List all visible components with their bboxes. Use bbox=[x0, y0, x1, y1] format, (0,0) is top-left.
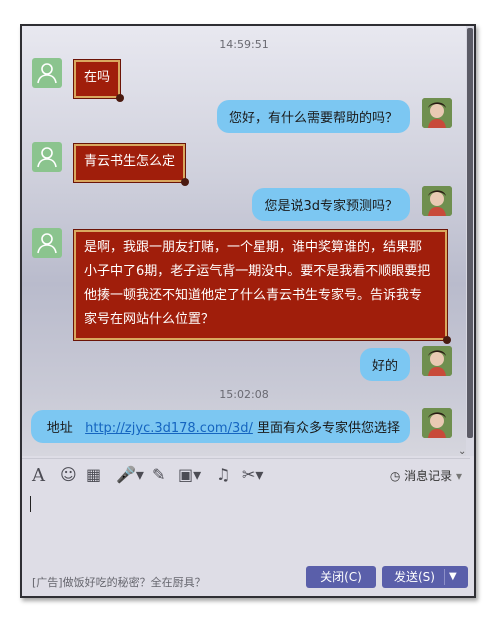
incoming-message: 青云书生怎么定 bbox=[74, 144, 190, 186]
contact-avatar[interactable] bbox=[32, 58, 62, 88]
close-button[interactable]: 关闭(C) bbox=[306, 566, 376, 588]
input-toolbar: A ☺ ▦ 🎤▾ ✎ ▣▾ ♫ ✂▾ ◷ 消息记录 ▾ bbox=[22, 458, 470, 489]
edit-icon[interactable]: ✎ bbox=[152, 465, 165, 484]
chat-scrollbar[interactable] bbox=[466, 26, 474, 456]
music-icon[interactable]: ♫ bbox=[216, 465, 230, 484]
collapse-chevron-icon[interactable]: ⌄ bbox=[458, 446, 466, 456]
my-avatar[interactable] bbox=[422, 346, 452, 376]
scissors-icon[interactable]: ✂▾ bbox=[242, 465, 263, 484]
image-icon[interactable]: ▣▾ bbox=[178, 465, 201, 484]
outgoing-message: 您是说3d专家预测吗？ bbox=[252, 188, 410, 221]
contact-avatar[interactable] bbox=[32, 142, 62, 172]
scrollbar-thumb[interactable] bbox=[467, 28, 473, 438]
voice-icon[interactable]: 🎤▾ bbox=[116, 465, 144, 484]
my-avatar[interactable] bbox=[422, 186, 452, 216]
message-line: 他揍一顿我还不知道他定了什么青云书生专家号。告诉我专 bbox=[84, 288, 423, 303]
user-silhouette-icon bbox=[37, 63, 57, 84]
screenshot-icon[interactable]: ▦ bbox=[86, 465, 101, 484]
message-text: 青云书生怎么定 bbox=[84, 154, 176, 169]
outgoing-message: 好的 bbox=[359, 348, 410, 381]
message-text: 在吗 bbox=[84, 70, 111, 85]
send-button[interactable]: 发送(S) ▼ bbox=[382, 566, 468, 588]
emoji-icon[interactable]: ☺ bbox=[60, 465, 77, 484]
outgoing-message: 地址 http://zjyc.3d178.com/3d/ 里面有众多专家供您选择 bbox=[30, 410, 410, 443]
timestamp: 14:59:51 bbox=[219, 38, 269, 51]
timestamp: 15:02:08 bbox=[219, 388, 269, 401]
send-label: 发送(S) bbox=[394, 570, 435, 584]
message-line: 家号在网站什么位置？ bbox=[84, 312, 215, 327]
message-area: 14:59:51 在吗 您好，有什么需要帮助的吗？ 青云书生怎么定 您是说3d专… bbox=[22, 26, 466, 456]
user-silhouette-icon bbox=[37, 233, 57, 254]
contact-avatar[interactable] bbox=[32, 228, 62, 258]
incoming-message: 是啊，我跟一朋友打赌，一个星期，谁中奖算谁的，结果那 小子中了6期，老子运气背一… bbox=[74, 230, 451, 344]
history-label: 消息记录 bbox=[404, 469, 453, 483]
clock-icon: ◷ bbox=[389, 469, 401, 483]
message-text: 里面有众多专家供您选择 bbox=[252, 421, 400, 436]
url-link[interactable]: http://zjyc.3d178.com/3d/ bbox=[85, 421, 253, 436]
user-silhouette-icon bbox=[37, 147, 57, 168]
text-caret bbox=[30, 496, 31, 512]
message-input[interactable] bbox=[22, 488, 470, 568]
send-options-icon[interactable]: ▼ bbox=[449, 566, 457, 588]
divider bbox=[444, 569, 445, 585]
outgoing-message: 您好，有什么需要帮助的吗？ bbox=[216, 100, 410, 133]
message-line: 是啊，我跟一朋友打赌，一个星期，谁中奖算谁的，结果那 bbox=[84, 240, 423, 255]
incoming-message: 在吗 bbox=[74, 60, 125, 102]
message-text: 地址 bbox=[46, 421, 73, 436]
my-avatar[interactable] bbox=[422, 408, 452, 438]
message-line: 小子中了6期，老子运气背一期没中。要不是我看不顺眼要把 bbox=[84, 264, 431, 279]
font-icon[interactable]: A bbox=[32, 465, 45, 486]
message-history-button[interactable]: ◷ 消息记录 ▾ bbox=[390, 467, 462, 484]
my-avatar[interactable] bbox=[422, 98, 452, 128]
chat-window: 14:59:51 在吗 您好，有什么需要帮助的吗？ 青云书生怎么定 您是说3d专… bbox=[20, 24, 476, 598]
ad-link[interactable]: [广告]做饭好吃的秘密？全在厨具？ bbox=[32, 574, 206, 590]
chevron-down-icon: ▾ bbox=[455, 469, 462, 483]
